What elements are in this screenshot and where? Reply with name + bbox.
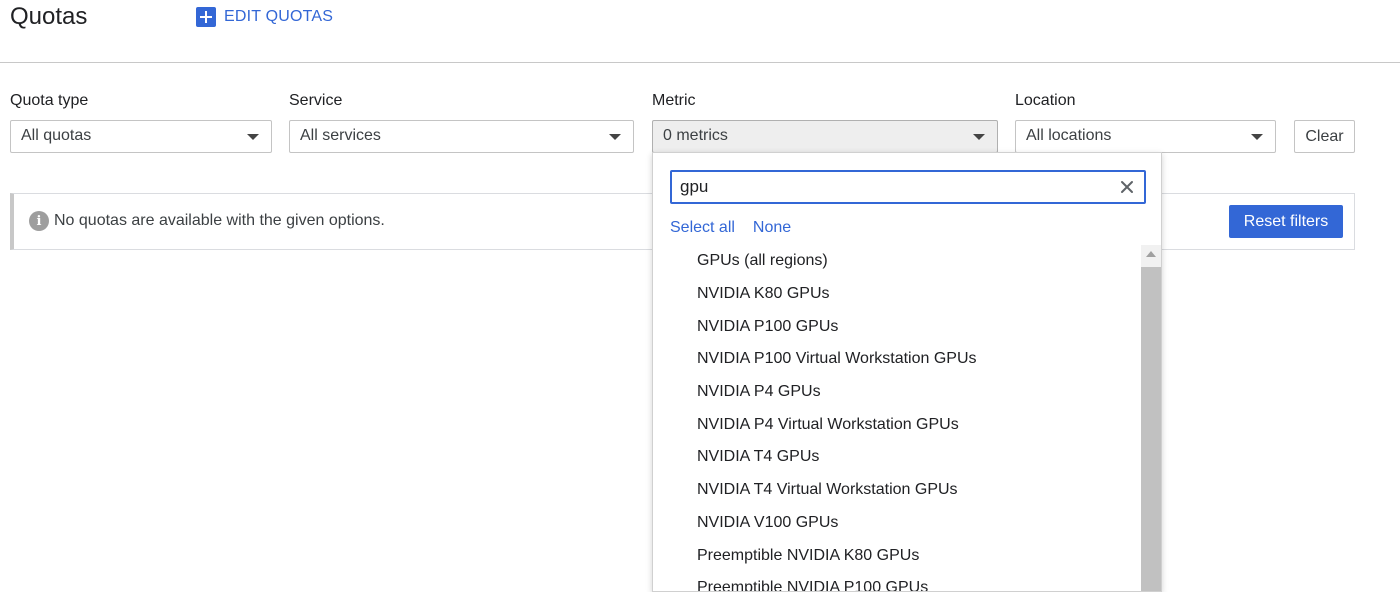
caret-down-icon	[609, 134, 621, 140]
metric-option[interactable]: Preemptible NVIDIA K80 GPUs	[653, 539, 1139, 572]
metric-dropdown-panel: Select all None GPUs (all regions) NVIDI…	[652, 152, 1162, 592]
scroll-thumb[interactable]	[1141, 267, 1161, 591]
select-all-link[interactable]: Select all	[670, 219, 735, 237]
quotas-page: Quotas EDIT QUOTAS Quota type Service Me…	[0, 0, 1400, 592]
metric-search-box	[670, 170, 1146, 204]
metric-option[interactable]: NVIDIA T4 GPUs	[653, 441, 1139, 474]
metric-search-input[interactable]	[680, 175, 1110, 199]
metric-option[interactable]: NVIDIA P100 Virtual Workstation GPUs	[653, 343, 1139, 376]
edit-quotas-button[interactable]: EDIT QUOTAS	[196, 7, 333, 27]
metric-list-scrollbar[interactable]	[1141, 245, 1161, 591]
location-value: All locations	[1026, 127, 1112, 144]
metric-option[interactable]: NVIDIA P4 Virtual Workstation GPUs	[653, 408, 1139, 441]
scroll-up-arrow-icon[interactable]	[1146, 251, 1156, 257]
metric-option[interactable]: NVIDIA P100 GPUs	[653, 310, 1139, 343]
info-circle-icon: i	[29, 211, 49, 231]
service-value: All services	[300, 127, 381, 144]
metric-option[interactable]: NVIDIA K80 GPUs	[653, 278, 1139, 311]
quota-type-value: All quotas	[21, 127, 92, 144]
caret-down-icon	[973, 134, 985, 140]
edit-quotas-label: EDIT QUOTAS	[224, 8, 334, 25]
metric-option[interactable]: Preemptible NVIDIA P100 GPUs	[653, 572, 1139, 591]
reset-filters-button[interactable]: Reset filters	[1229, 205, 1343, 238]
selection-links: Select all None	[670, 219, 791, 237]
info-message: No quotas are available with the given o…	[54, 212, 385, 229]
service-label: Service	[289, 92, 343, 109]
service-select[interactable]: All services	[289, 120, 634, 153]
metric-select[interactable]: 0 metrics	[652, 120, 998, 153]
select-none-link[interactable]: None	[753, 219, 791, 237]
metric-label: Metric	[652, 92, 696, 109]
metric-option[interactable]: NVIDIA V100 GPUs	[653, 507, 1139, 540]
metric-option[interactable]: NVIDIA T4 Virtual Workstation GPUs	[653, 474, 1139, 507]
caret-down-icon	[1251, 134, 1263, 140]
close-icon[interactable]	[1119, 179, 1135, 195]
metric-option[interactable]: NVIDIA P4 GPUs	[653, 376, 1139, 409]
metric-value: 0 metrics	[663, 127, 728, 144]
metric-option[interactable]: GPUs (all regions)	[653, 245, 1139, 278]
page-title: Quotas	[10, 3, 88, 30]
metric-options-list: GPUs (all regions) NVIDIA K80 GPUs NVIDI…	[653, 245, 1139, 591]
quota-type-select[interactable]: All quotas	[10, 120, 272, 153]
quota-type-label: Quota type	[10, 92, 89, 109]
header-divider	[0, 62, 1400, 63]
plus-square-icon	[196, 7, 216, 27]
location-label: Location	[1015, 92, 1076, 109]
caret-down-icon	[247, 134, 259, 140]
clear-button[interactable]: Clear	[1294, 120, 1355, 153]
location-select[interactable]: All locations	[1015, 120, 1276, 153]
